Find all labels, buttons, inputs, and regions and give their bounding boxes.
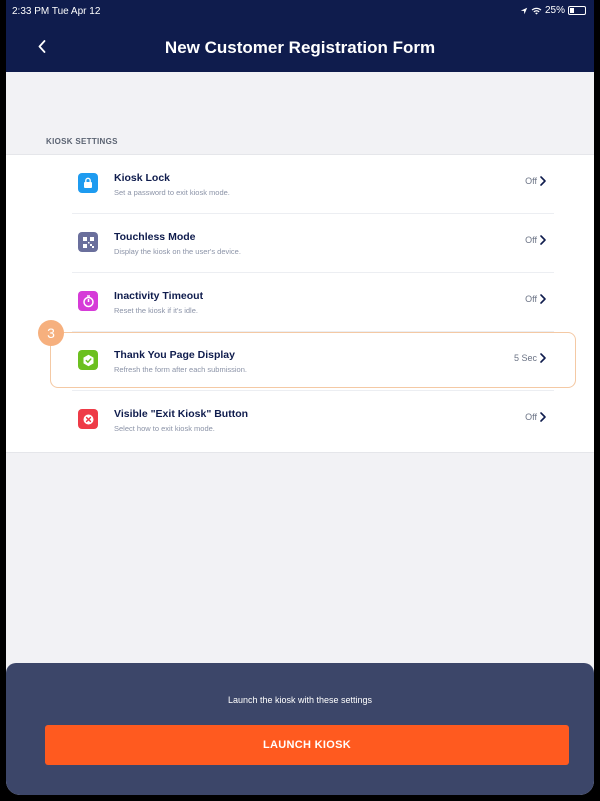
chevron-right-icon <box>540 176 546 186</box>
row-title: Inactivity Timeout <box>114 290 204 302</box>
wifi-icon <box>531 7 542 15</box>
close-icon <box>78 409 98 429</box>
row-title: Visible "Exit Kiosk" Button <box>114 408 249 420</box>
status-time: 2:33 PM Tue Apr 12 <box>12 6 101 17</box>
row-title: Kiosk Lock <box>114 172 171 184</box>
row-subtitle: Select how to exit kiosk mode. <box>114 424 215 433</box>
section-header: KIOSK SETTINGS <box>46 137 118 146</box>
exit-kiosk-button-row[interactable]: Visible "Exit Kiosk" Button Select how t… <box>6 391 594 450</box>
row-subtitle: Reset the kiosk if it's idle. <box>114 306 198 315</box>
page-title: New Customer Registration Form <box>164 38 436 57</box>
row-subtitle: Display the kiosk on the user's device. <box>114 247 241 256</box>
lock-icon <box>78 173 98 193</box>
row-value: Off <box>525 235 537 245</box>
timer-icon <box>78 291 98 311</box>
battery-icon <box>568 6 586 15</box>
launch-kiosk-button[interactable]: LAUNCH KIOSK <box>45 725 569 765</box>
row-subtitle: Set a password to exit kiosk mode. <box>114 188 230 197</box>
device-frame: 2:33 PM Tue Apr 12 25% New Customer Regi… <box>0 0 600 801</box>
chevron-right-icon <box>540 235 546 245</box>
battery-percent: 25% <box>544 5 565 16</box>
touchless-mode-row[interactable]: Touchless Mode Display the kiosk on the … <box>6 214 594 273</box>
highlight-outline <box>50 332 576 388</box>
location-icon <box>520 7 528 14</box>
step-badge: 3 <box>38 320 64 346</box>
status-indicators: 25% <box>520 5 586 16</box>
row-value: Off <box>525 412 537 422</box>
app-screen: 2:33 PM Tue Apr 12 25% New Customer Regi… <box>6 0 594 795</box>
row-value: Off <box>525 294 537 304</box>
navigation-bar: 2:33 PM Tue Apr 12 25% New Customer Regi… <box>6 0 594 72</box>
settings-list: Kiosk Lock Set a password to exit kiosk … <box>6 154 594 453</box>
chevron-right-icon <box>540 294 546 304</box>
launch-panel: Launch the kiosk with these settings LAU… <box>6 663 594 795</box>
row-title: Touchless Mode <box>114 231 196 243</box>
kiosk-lock-row[interactable]: Kiosk Lock Set a password to exit kiosk … <box>6 155 594 214</box>
inactivity-timeout-row[interactable]: Inactivity Timeout Reset the kiosk if it… <box>6 273 594 332</box>
row-value: Off <box>525 176 537 186</box>
chevron-right-icon <box>540 412 546 422</box>
launch-caption: Launch the kiosk with these settings <box>227 695 373 705</box>
qr-code-icon <box>78 232 98 252</box>
